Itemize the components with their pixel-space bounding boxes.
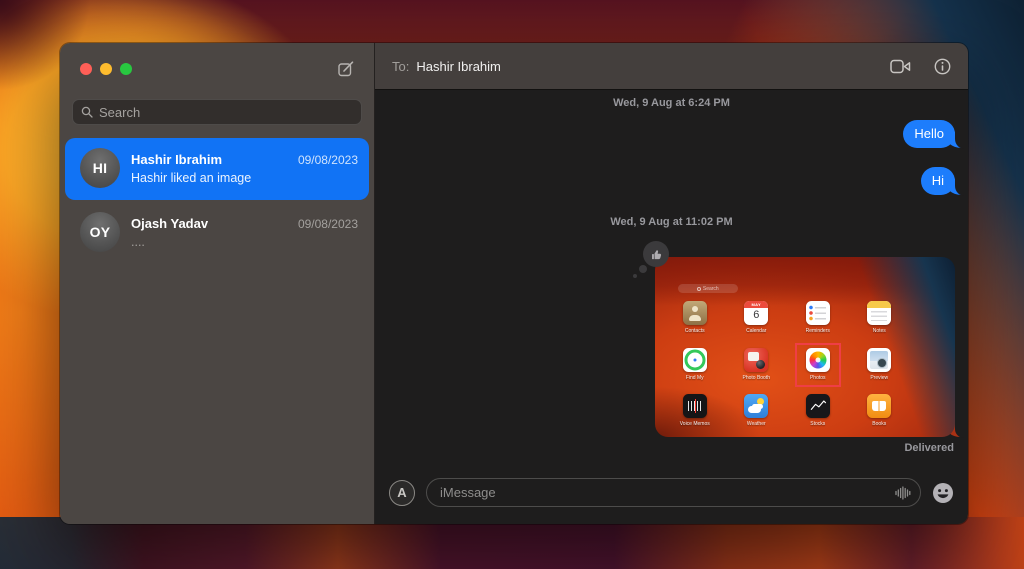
imessage-apps-button[interactable]: A bbox=[389, 480, 415, 506]
books-app-icon bbox=[867, 394, 891, 418]
conversation-item-hashir[interactable]: HI Hashir Ibrahim 09/08/2023 Hashir like… bbox=[65, 138, 369, 200]
timestamp: Wed, 9 Aug at 11:02 PM bbox=[610, 216, 732, 228]
waveform-icon bbox=[894, 485, 911, 501]
thumbs-up-tapback[interactable] bbox=[643, 241, 669, 267]
conversation-list: HI Hashir Ibrahim 09/08/2023 Hashir like… bbox=[60, 138, 374, 264]
audio-message-button[interactable] bbox=[894, 485, 911, 501]
preview-app-icon bbox=[867, 348, 891, 372]
emoji-picker-button[interactable] bbox=[932, 482, 954, 504]
app-cell: Contacts bbox=[664, 301, 726, 334]
thumbs-up-icon bbox=[650, 248, 663, 261]
to-label: To: bbox=[392, 59, 409, 74]
search-field[interactable] bbox=[72, 99, 362, 125]
search-icon bbox=[81, 106, 93, 118]
calendar-app-icon: MAY 6 bbox=[744, 301, 768, 325]
search-input[interactable] bbox=[99, 105, 353, 120]
conversation-name: Ojash Yadav bbox=[131, 216, 208, 231]
info-icon bbox=[934, 58, 951, 75]
app-cell: Find My bbox=[664, 348, 726, 381]
smiley-emoji-icon bbox=[932, 482, 954, 504]
facetime-video-button[interactable] bbox=[890, 59, 911, 74]
stocks-app-icon bbox=[806, 394, 830, 418]
minimize-window-button[interactable] bbox=[100, 63, 112, 75]
compose-new-message-button[interactable] bbox=[337, 60, 355, 78]
app-cell: Preview bbox=[849, 348, 911, 381]
app-cell: Weather bbox=[726, 394, 788, 427]
weather-app-icon bbox=[744, 394, 768, 418]
messages-window: HI Hashir Ibrahim 09/08/2023 Hashir like… bbox=[60, 43, 968, 524]
message-scroll-area[interactable]: Wed, 9 Aug at 6:24 PM Hello Hi Wed, 9 Au… bbox=[375, 90, 968, 467]
reminders-app-icon bbox=[806, 301, 830, 325]
sent-image-message[interactable]: Search Contacts MAY 6 Calendar bbox=[655, 257, 955, 437]
find-my-app-icon bbox=[683, 348, 707, 372]
chat-pane: To: Hashir Ibrahim bbox=[375, 43, 968, 524]
launchpad-search-pill: Search bbox=[678, 284, 738, 293]
message-input-bar: A bbox=[375, 467, 968, 524]
red-highlight-box bbox=[795, 343, 841, 387]
sent-message-bubble[interactable]: Hello bbox=[903, 120, 955, 148]
photo-booth-app-icon bbox=[744, 348, 768, 372]
avatar: OY bbox=[80, 212, 120, 252]
launchpad-screenshot-image[interactable]: Search Contacts MAY 6 Calendar bbox=[655, 257, 955, 437]
close-window-button[interactable] bbox=[80, 63, 92, 75]
avatar: HI bbox=[80, 148, 120, 188]
compose-icon bbox=[337, 60, 355, 78]
details-info-button[interactable] bbox=[934, 58, 951, 75]
recipient-name: Hashir Ibrahim bbox=[416, 59, 501, 74]
app-cell: Reminders bbox=[787, 301, 849, 334]
imessage-input[interactable] bbox=[440, 485, 894, 500]
notes-app-icon bbox=[867, 301, 891, 325]
delivered-status: Delivered bbox=[904, 442, 954, 454]
conversation-date: 09/08/2023 bbox=[298, 217, 358, 231]
app-cell: Voice Memos bbox=[664, 394, 726, 427]
launchpad-app-grid: Contacts MAY 6 Calendar Reminders bbox=[664, 295, 910, 434]
app-cell: Notes bbox=[849, 301, 911, 334]
conversation-sidebar: HI Hashir Ibrahim 09/08/2023 Hashir like… bbox=[60, 43, 375, 524]
video-camera-icon bbox=[890, 59, 911, 74]
stocks-chart-glyph bbox=[808, 396, 828, 416]
conversation-item-ojash[interactable]: OY Ojash Yadav 09/08/2023 .... bbox=[65, 202, 369, 264]
sent-message-bubble[interactable]: Hi bbox=[921, 167, 955, 195]
app-cell: MAY 6 Calendar bbox=[726, 301, 788, 334]
search-icon bbox=[697, 287, 701, 291]
conversation-date: 09/08/2023 bbox=[298, 153, 358, 167]
sidebar-header bbox=[60, 43, 374, 95]
message-text: Hi bbox=[932, 173, 944, 188]
app-cell: Photo Booth bbox=[726, 348, 788, 381]
conversation-preview: .... bbox=[131, 235, 358, 249]
conversation-name: Hashir Ibrahim bbox=[131, 152, 222, 167]
message-text: Hello bbox=[914, 126, 944, 141]
contacts-app-icon bbox=[683, 301, 707, 325]
imessage-field[interactable] bbox=[426, 478, 921, 507]
app-cell: Books bbox=[849, 394, 911, 427]
desktop-wallpaper-bottom bbox=[0, 517, 1024, 569]
conversation-preview: Hashir liked an image bbox=[131, 171, 358, 185]
chat-header: To: Hashir Ibrahim bbox=[375, 43, 968, 90]
window-controls bbox=[80, 63, 132, 75]
app-cell-photos-highlighted: Photos bbox=[787, 348, 849, 381]
app-cell: Stocks bbox=[787, 394, 849, 427]
timestamp: Wed, 9 Aug at 6:24 PM bbox=[613, 97, 730, 109]
zoom-window-button[interactable] bbox=[120, 63, 132, 75]
voice-memos-app-icon bbox=[683, 394, 707, 418]
